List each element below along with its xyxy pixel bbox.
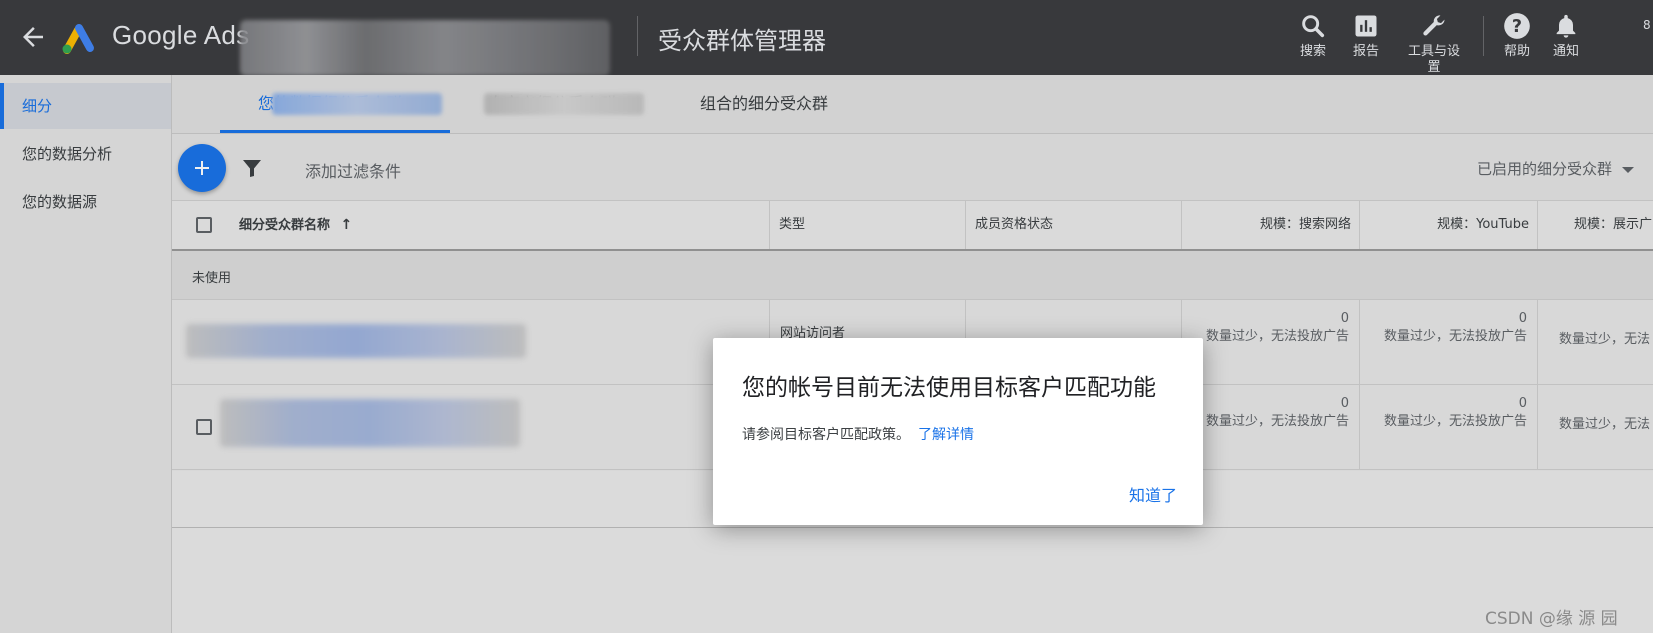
dialog-body: 请参阅目标客户匹配政策。 了解详情	[742, 424, 974, 444]
learn-more-link[interactable]: 了解详情	[918, 427, 974, 443]
dialog-body-text: 请参阅目标客户匹配政策。	[742, 427, 910, 443]
modal-scrim	[0, 0, 1653, 633]
got-it-button[interactable]: 知道了	[1129, 482, 1177, 506]
dialog-title: 您的帐号目前无法使用目标客户匹配功能	[742, 375, 1156, 401]
watermark: CSDN @缘 源 园	[1485, 609, 1618, 629]
customer-match-dialog: 您的帐号目前无法使用目标客户匹配功能 请参阅目标客户匹配政策。 了解详情 知道了	[713, 338, 1203, 525]
